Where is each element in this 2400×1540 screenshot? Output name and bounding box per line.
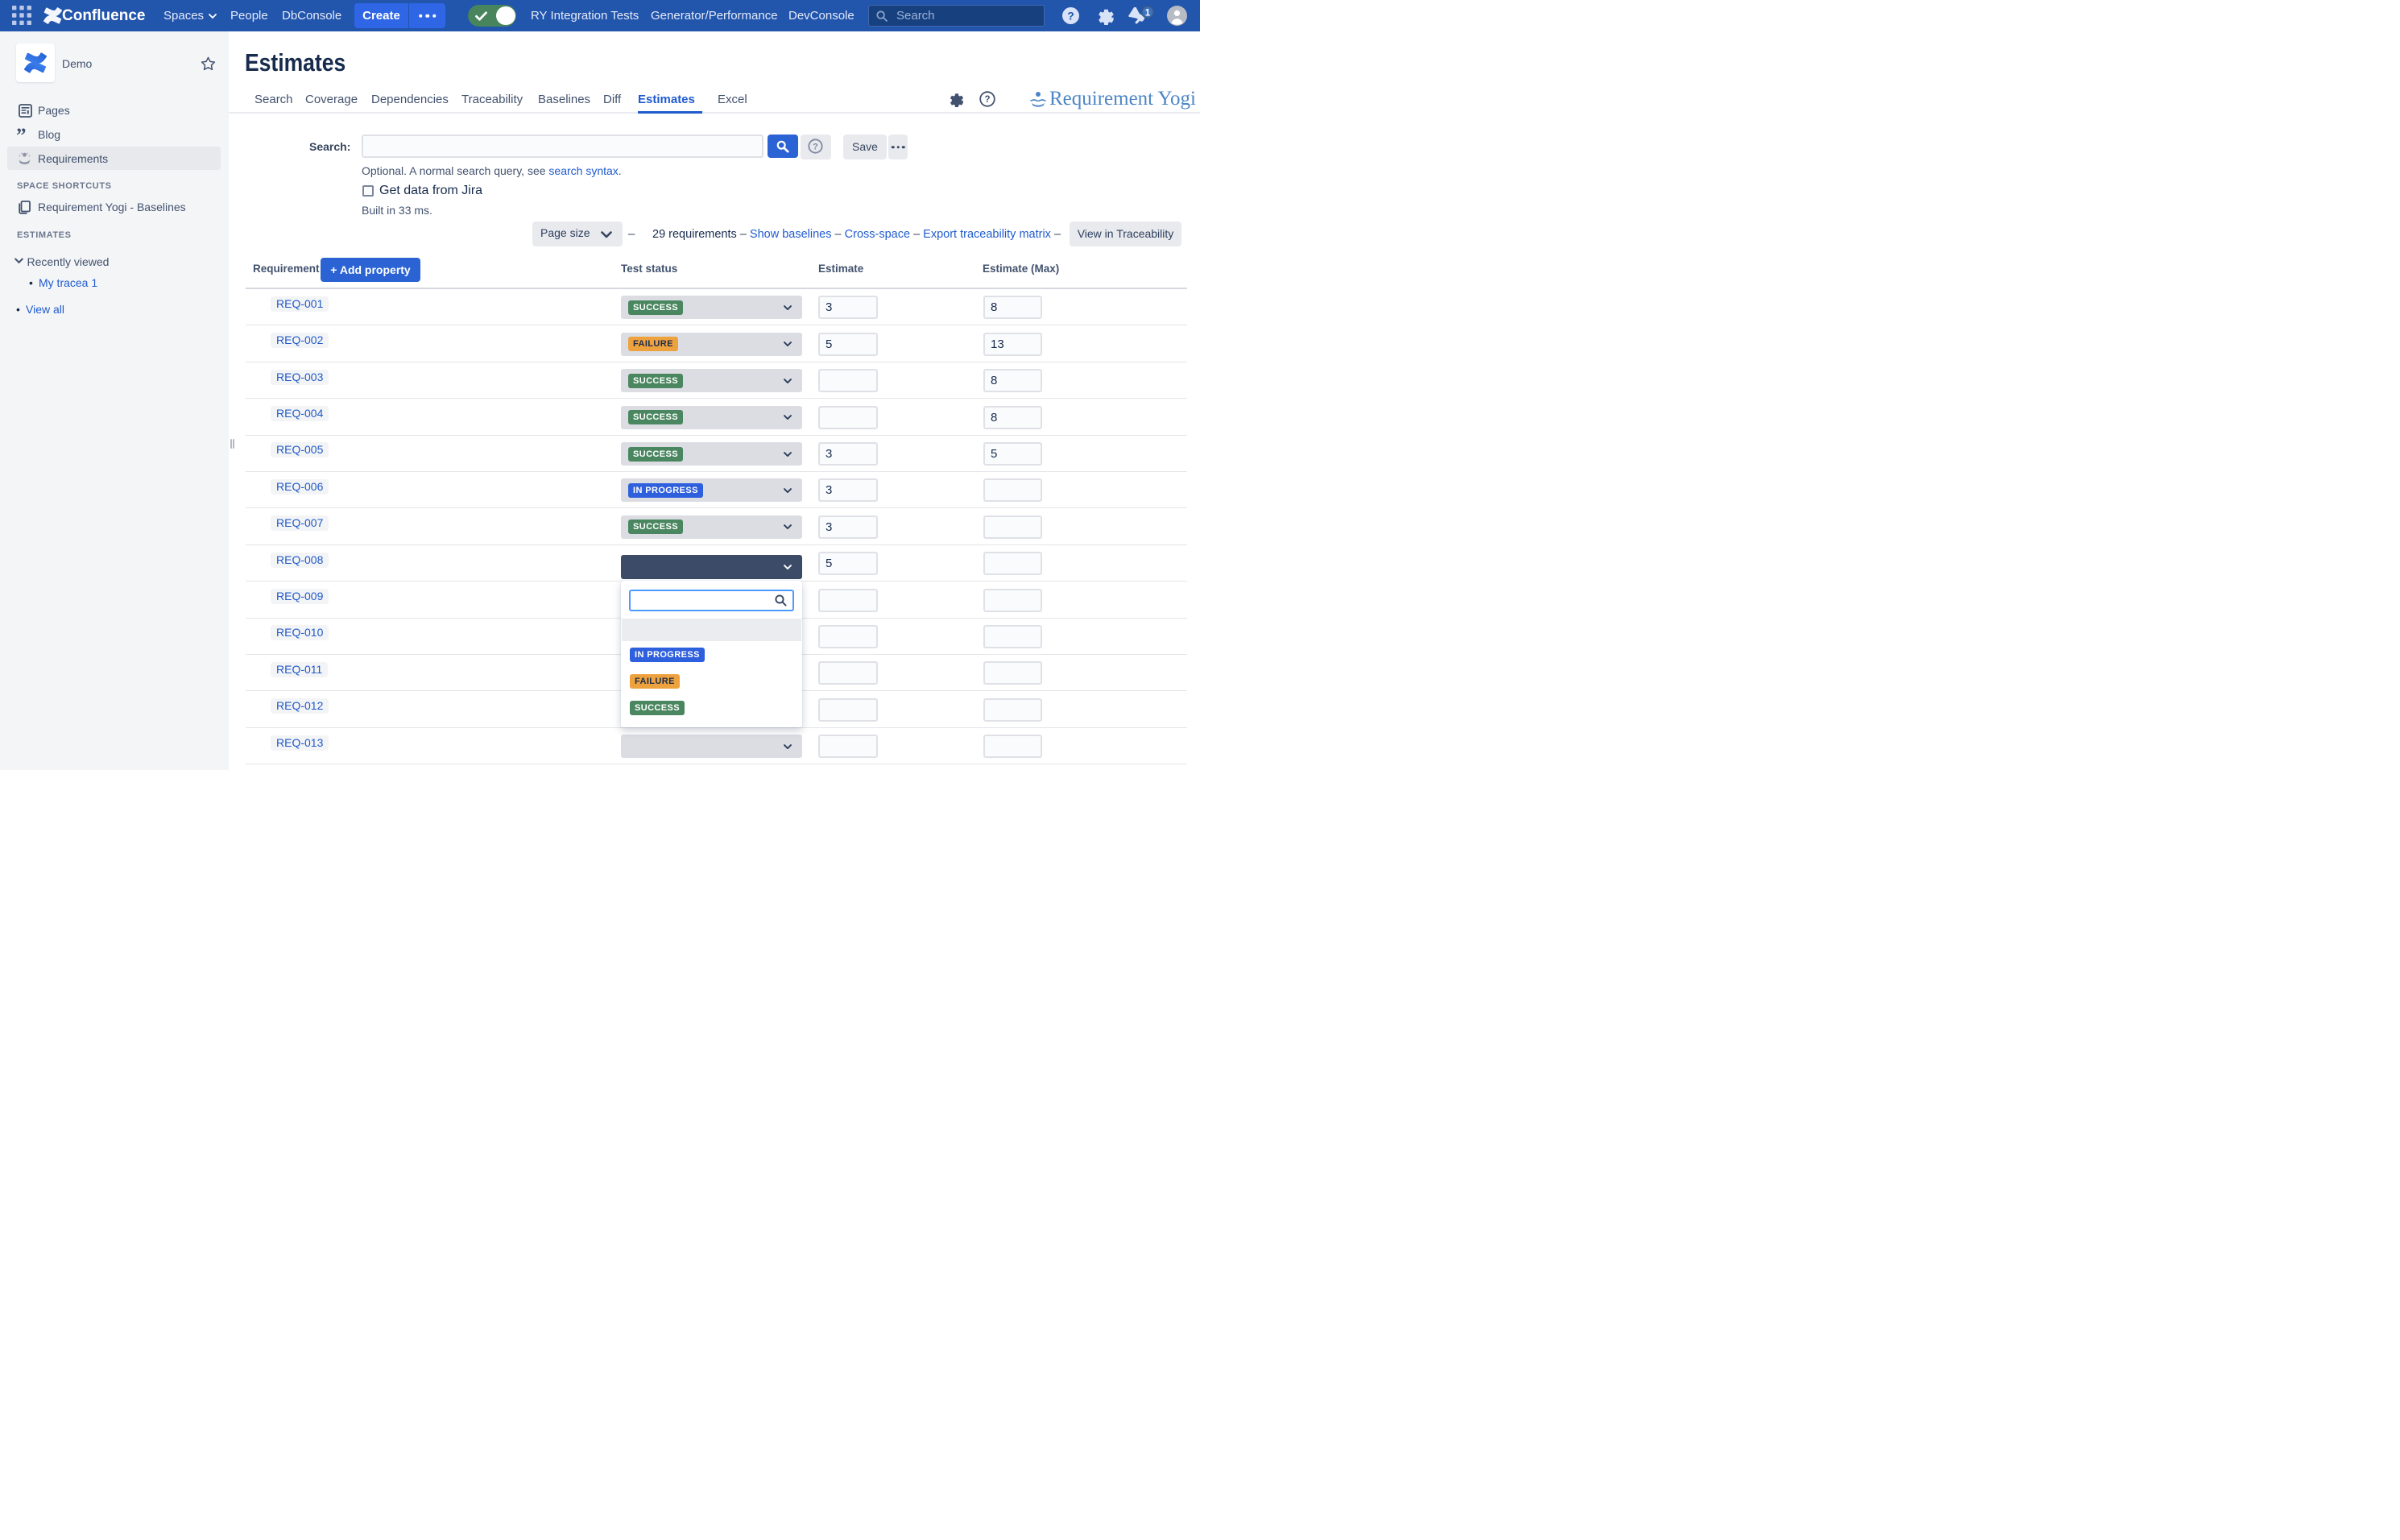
svg-text:?: ?: [984, 95, 990, 105]
svg-text:?: ?: [1067, 9, 1074, 22]
svg-text:?: ?: [813, 143, 818, 152]
svg-text:1: 1: [1144, 8, 1150, 18]
